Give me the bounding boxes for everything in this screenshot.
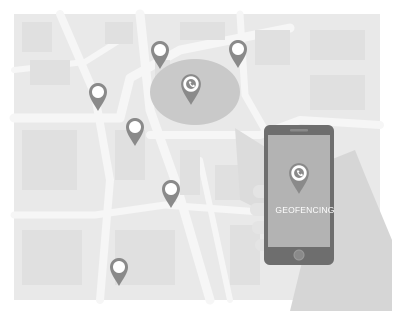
geofencing-illustration xyxy=(9,9,392,311)
smartphone-icon xyxy=(264,125,334,265)
phone-screen-label: GEOFENCING xyxy=(275,205,335,215)
